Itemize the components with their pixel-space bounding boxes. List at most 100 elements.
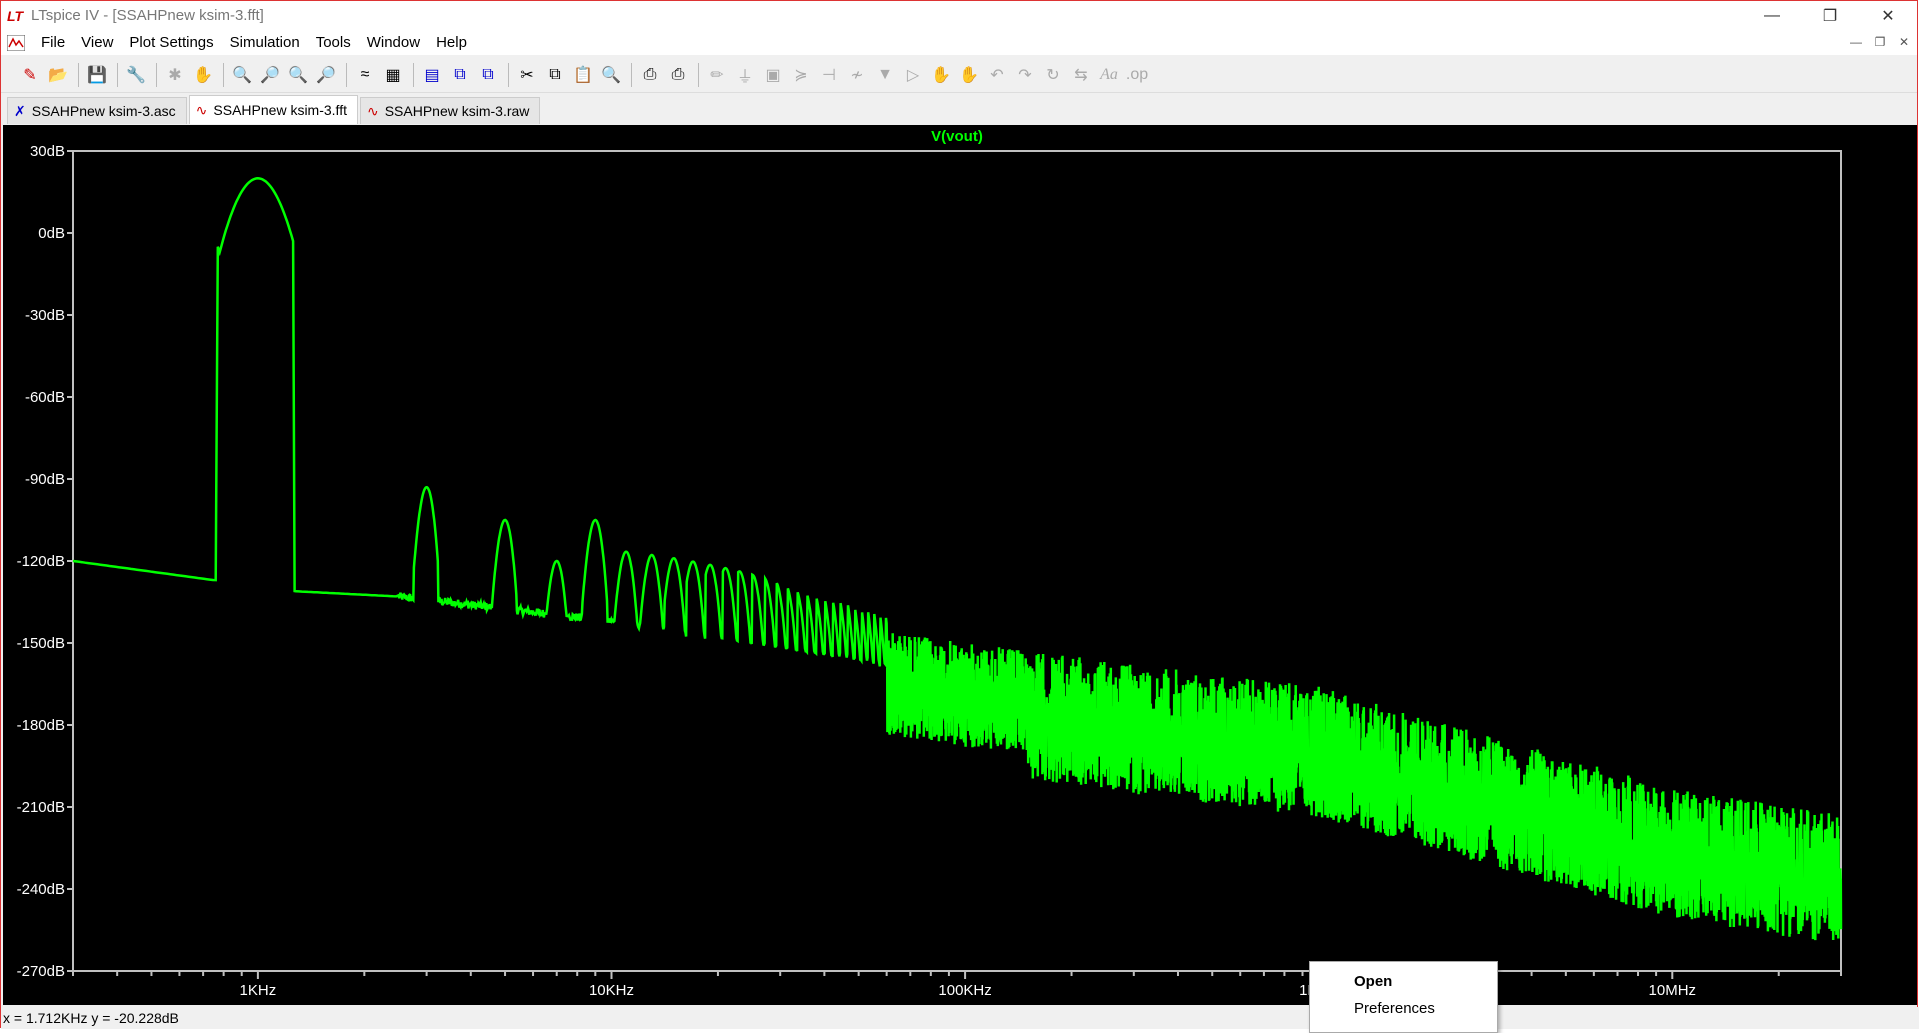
wire-icon[interactable]: ✏ — [704, 62, 730, 88]
zoom-fit-icon[interactable]: 🔎 — [313, 62, 339, 88]
run-icon[interactable]: ✱ — [162, 62, 188, 88]
mdi-close-icon[interactable]: ✕ — [1895, 33, 1913, 51]
ground-icon[interactable]: ⏚ — [732, 62, 758, 88]
mirror-icon[interactable]: ⇆ — [1068, 62, 1094, 88]
horizontal-icon[interactable]: ⧉ — [475, 62, 501, 88]
undo-icon[interactable]: ↶ — [984, 62, 1010, 88]
status-bar: x = 1.712KHz y = -20.228dB — [1, 1007, 1919, 1029]
save-icon[interactable]: 💾 — [84, 62, 110, 88]
x-tick-label: 100KHz — [938, 982, 991, 999]
context-menu-preferences[interactable]: Preferences — [1310, 995, 1497, 1022]
toolbar-separator — [117, 62, 118, 87]
document-tabs: ✗ SSAHPnew ksim-3.asc ∿ SSAHPnew ksim-3.… — [1, 94, 1917, 124]
open-icon[interactable]: 📂 — [45, 62, 71, 88]
toolbar-separator — [78, 62, 79, 87]
new-schematic-icon[interactable]: ✎ — [17, 62, 43, 88]
control-panel-icon[interactable]: 🔧 — [123, 62, 149, 88]
menu-file[interactable]: File — [33, 34, 73, 51]
toolbar-separator — [698, 62, 699, 87]
minimize-icon[interactable]: — — [1743, 1, 1801, 30]
toolbar-separator — [223, 62, 224, 87]
waveform-plot[interactable]: V(vout) 30dB 0dB -30dB -60dB -90dB -120dB -150d… — [3, 125, 1917, 1005]
tab-schematic[interactable]: ✗ SSAHPnew ksim-3.asc — [7, 97, 187, 124]
close-icon[interactable]: ✕ — [1859, 1, 1917, 30]
diode-icon[interactable]: ▼ — [872, 62, 898, 88]
resistor-icon[interactable]: ≽ — [788, 62, 814, 88]
y-tick-label: -120dB — [17, 553, 65, 570]
toolbar-separator — [346, 62, 347, 87]
redo-icon[interactable]: ↷ — [1012, 62, 1038, 88]
schematic-icon: ✗ — [14, 102, 26, 119]
menu-simulation[interactable]: Simulation — [222, 34, 308, 51]
toolbar: ✎ 📂 💾 🔧 ✱ ✋ 🔍 🔎 🔍 🔎 ≈ ▦ ▤ ⧉ ⧉ ✂ ⧉ 📋 🔍 ⎙ … — [1, 57, 1917, 93]
paste-icon[interactable]: 📋 — [570, 62, 596, 88]
menu-help[interactable]: Help — [428, 34, 475, 51]
x-tick-label: 1KHz — [240, 982, 277, 999]
tab-label: SSAHPnew ksim-3.fft — [213, 102, 347, 118]
inductor-icon[interactable]: ≁ — [844, 62, 870, 88]
cut-icon[interactable]: ✂ — [514, 62, 540, 88]
tile-icon[interactable]: ▤ — [419, 62, 445, 88]
menu-bar: File View Plot Settings Simulation Tools… — [1, 30, 1917, 55]
menu-plot-settings[interactable]: Plot Settings — [121, 34, 221, 51]
print-setup-icon[interactable]: ⎙ — [637, 62, 663, 88]
y-tick-label: -30dB — [25, 307, 65, 324]
y-tick-label: -150dB — [17, 635, 65, 652]
cursor-readout: x = 1.712KHz y = -20.228dB — [3, 1010, 179, 1026]
menu-window[interactable]: Window — [359, 34, 428, 51]
drag-icon[interactable]: ✋ — [956, 62, 982, 88]
cascade-icon[interactable]: ⧉ — [447, 62, 473, 88]
y-tick-label: -270dB — [17, 963, 65, 980]
mdi-minimize-icon[interactable]: — — [1847, 33, 1865, 51]
rotate-icon[interactable]: ↻ — [1040, 62, 1066, 88]
tab-fft[interactable]: ∿ SSAHPnew ksim-3.fft — [188, 95, 358, 124]
context-menu-open[interactable]: Open — [1310, 968, 1497, 995]
label-icon[interactable]: ▣ — [760, 62, 786, 88]
y-tick-label: -90dB — [25, 471, 65, 488]
trace-label: V(vout) — [931, 128, 983, 145]
y-tick-label: 0dB — [38, 225, 65, 242]
y-tick-label: 30dB — [30, 143, 65, 160]
mdi-controls: — ❐ ✕ — [1847, 33, 1913, 51]
toolbar-separator — [508, 62, 509, 87]
app-window: LT LTspice IV - [SSAHPnew ksim-3.fft] — … — [0, 0, 1919, 1033]
mdi-restore-icon[interactable]: ❐ — [1871, 33, 1889, 51]
fft-chart[interactable]: V(vout) 30dB 0dB -30dB -60dB -90dB -120dB -150d… — [3, 125, 1917, 1005]
window-controls: — ❐ ✕ — [1743, 1, 1917, 30]
print-icon[interactable]: ⎙ — [665, 62, 691, 88]
autorange-icon[interactable]: ≈ — [352, 62, 378, 88]
title-bar: LT LTspice IV - [SSAHPnew ksim-3.fft] — … — [1, 1, 1917, 30]
y-tick-label: -60dB — [25, 389, 65, 406]
waveform-doc-icon[interactable] — [5, 33, 27, 53]
toolbar-separator — [631, 62, 632, 87]
zoom-out-icon[interactable]: 🔎 — [257, 62, 283, 88]
context-menu: Open Preferences — [1309, 961, 1498, 1033]
waveform-icon: ∿ — [195, 101, 208, 118]
waveform-icon: ∿ — [366, 102, 379, 119]
window-title: LTspice IV - [SSAHPnew ksim-3.fft] — [31, 7, 264, 24]
zoom-in-icon[interactable]: 🔍 — [229, 62, 255, 88]
toolbar-separator — [413, 62, 414, 87]
y-tick-label: -240dB — [17, 881, 65, 898]
find-icon[interactable]: 🔍 — [598, 62, 624, 88]
menu-tools[interactable]: Tools — [308, 34, 359, 51]
restore-icon[interactable]: ❐ — [1801, 1, 1859, 30]
capacitor-icon[interactable]: ⊣ — [816, 62, 842, 88]
grid-icon[interactable]: ▦ — [380, 62, 406, 88]
x-tick-label: 10MHz — [1649, 982, 1697, 999]
text-icon[interactable]: Aa — [1096, 62, 1122, 88]
halt-icon[interactable]: ✋ — [190, 62, 216, 88]
trace-vout — [72, 177, 1843, 941]
spice-directive-icon[interactable]: .op — [1124, 62, 1150, 88]
y-tick-label: -210dB — [17, 799, 65, 816]
tab-label: SSAHPnew ksim-3.raw — [384, 103, 530, 119]
x-tick-label: 10KHz — [589, 982, 634, 999]
copy-icon[interactable]: ⧉ — [542, 62, 568, 88]
move-icon[interactable]: ✋ — [928, 62, 954, 88]
menu-view[interactable]: View — [73, 34, 121, 51]
tab-raw[interactable]: ∿ SSAHPnew ksim-3.raw — [359, 97, 541, 124]
zoom-full-icon[interactable]: 🔍 — [285, 62, 311, 88]
tab-label: SSAHPnew ksim-3.asc — [31, 103, 176, 119]
component-icon[interactable]: ▷ — [900, 62, 926, 88]
toolbar-separator — [156, 62, 157, 87]
